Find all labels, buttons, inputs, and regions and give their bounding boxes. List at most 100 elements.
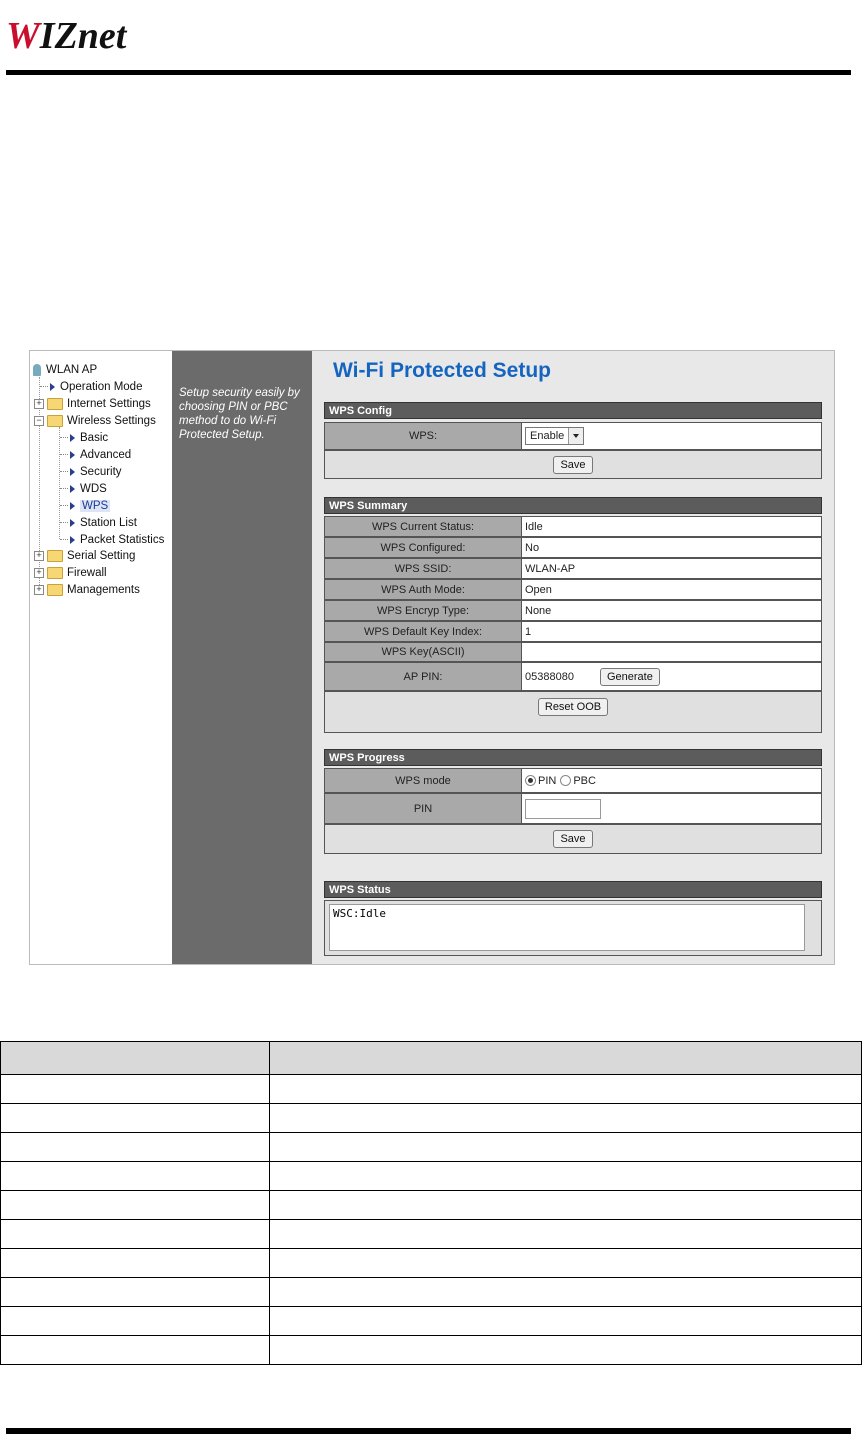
table-row [0,1074,862,1104]
summary-row: WPS Auth Mode: Open [324,579,822,600]
wps-select[interactable]: Enable [525,427,585,445]
tree-item-managements[interactable]: + Managements [34,582,140,598]
wps-mode-label: WPS mode [324,768,522,793]
tree-item-advanced[interactable]: Advanced [60,447,131,463]
table-cell [0,1132,270,1162]
table-cell [0,1074,270,1104]
nav-tree: WLAN AP Operation Mode + Internet Setting… [30,351,173,964]
table-row [0,1103,862,1133]
summary-row: WPS Key(ASCII) [324,642,822,662]
pin-radio-label: PIN [538,774,557,787]
wps-status-header: WPS Status [324,881,822,898]
help-text: Setup security easily by choosing PIN or… [179,387,300,441]
tree-item-serial-setting[interactable]: + Serial Setting [34,548,135,564]
table-cell [269,1041,862,1075]
table-cell [269,1074,862,1104]
wps-config-save-row: Save [324,450,822,479]
tree-item-basic[interactable]: Basic [60,430,108,446]
reset-oob-button[interactable]: Reset OOB [537,698,609,716]
wps-summary-header: WPS Summary [324,497,822,514]
pin-cell [522,793,822,824]
summary-row: WPS Configured: No [324,537,822,558]
table-cell [269,1161,862,1191]
page-arrow-icon [50,382,55,391]
table-cell [0,1335,270,1365]
collapse-minus-icon[interactable]: − [34,415,44,426]
wps-status-textarea[interactable]: WSC:Idle [329,904,805,951]
page-arrow-icon [70,433,75,442]
page-arrow-icon [70,518,75,527]
expand-plus-icon[interactable]: + [34,584,44,595]
tree-item-operation-mode[interactable]: Operation Mode [40,379,142,395]
pin-radio[interactable] [525,775,536,786]
wps-mode-row: WPS mode PIN PBC [324,768,822,793]
pin-input[interactable] [525,798,601,819]
table-cell [269,1277,862,1307]
reset-oob-row: Reset OOB [324,691,822,733]
wiznet-logo: WIZnet [6,14,126,58]
wps-progress-save-row: Save [324,824,822,854]
header-divider [6,70,851,75]
tree-root[interactable]: WLAN AP [33,362,97,378]
wps-label: WPS: [324,422,522,450]
folder-icon [47,549,63,562]
summary-row: WPS Default Key Index: 1 [324,621,822,642]
router-ui-screenshot: WLAN AP Operation Mode + Internet Setting… [29,350,835,965]
table-cell [269,1306,862,1336]
table-cell [269,1132,862,1162]
ap-icon [33,363,41,376]
table-cell [0,1219,270,1249]
table-cell [0,1277,270,1307]
summary-row: WPS Current Status: Idle [324,516,822,537]
wps-config-header: WPS Config [324,402,822,419]
tree-item-packet-statistics[interactable]: Packet Statistics [60,532,164,548]
table-row [0,1132,862,1162]
tree-item-wireless-settings[interactable]: − Wireless Settings [34,413,156,429]
table-row [0,1219,862,1249]
table-cell [0,1248,270,1278]
pin-label: PIN [324,793,522,824]
ap-pin-row: AP PIN: 05388080 Generate [324,662,822,691]
table-row [0,1335,862,1365]
page-arrow-icon [70,450,75,459]
table-row [0,1277,862,1307]
tree-item-internet-settings[interactable]: + Internet Settings [34,396,151,412]
page-arrow-icon [70,467,75,476]
generate-button[interactable]: Generate [599,667,660,686]
pin-row: PIN [324,793,822,824]
wps-config-save-button[interactable]: Save [553,455,593,474]
wps-progress-save-button[interactable]: Save [553,830,593,848]
tree-item-security[interactable]: Security [60,464,122,480]
table-cell [0,1103,270,1133]
wps-progress-header: WPS Progress [324,749,822,766]
table-header-row [0,1041,862,1075]
empty-table [0,1041,862,1365]
tree-item-wds[interactable]: WDS [60,481,107,497]
table-cell [0,1306,270,1336]
summary-row: WPS SSID: WLAN-AP [324,558,822,579]
table-row [0,1248,862,1278]
tree-item-station-list[interactable]: Station List [60,515,137,531]
chevron-down-icon [568,428,584,444]
table-cell [0,1161,270,1191]
pbc-radio[interactable] [560,775,572,786]
expand-plus-icon[interactable]: + [34,398,44,409]
table-row [0,1306,862,1336]
table-cell [269,1103,862,1133]
folder-icon [47,397,63,410]
table-cell [0,1041,270,1075]
tree-item-wps[interactable]: WPS [60,498,111,514]
summary-row: WPS Encryp Type: None [324,600,822,621]
page-title: Wi-Fi Protected Setup [333,359,551,382]
wps-mode-cell: PIN PBC [522,768,822,793]
tree-item-firewall[interactable]: + Firewall [34,565,107,581]
expand-plus-icon[interactable]: + [34,550,44,561]
folder-open-icon [47,414,63,427]
ap-pin-cell: 05388080 Generate [522,662,822,691]
page-arrow-icon [70,484,75,493]
expand-plus-icon[interactable]: + [34,567,44,578]
table-cell [0,1190,270,1220]
table-row [0,1161,862,1191]
table-cell [269,1219,862,1249]
folder-icon [47,583,63,596]
